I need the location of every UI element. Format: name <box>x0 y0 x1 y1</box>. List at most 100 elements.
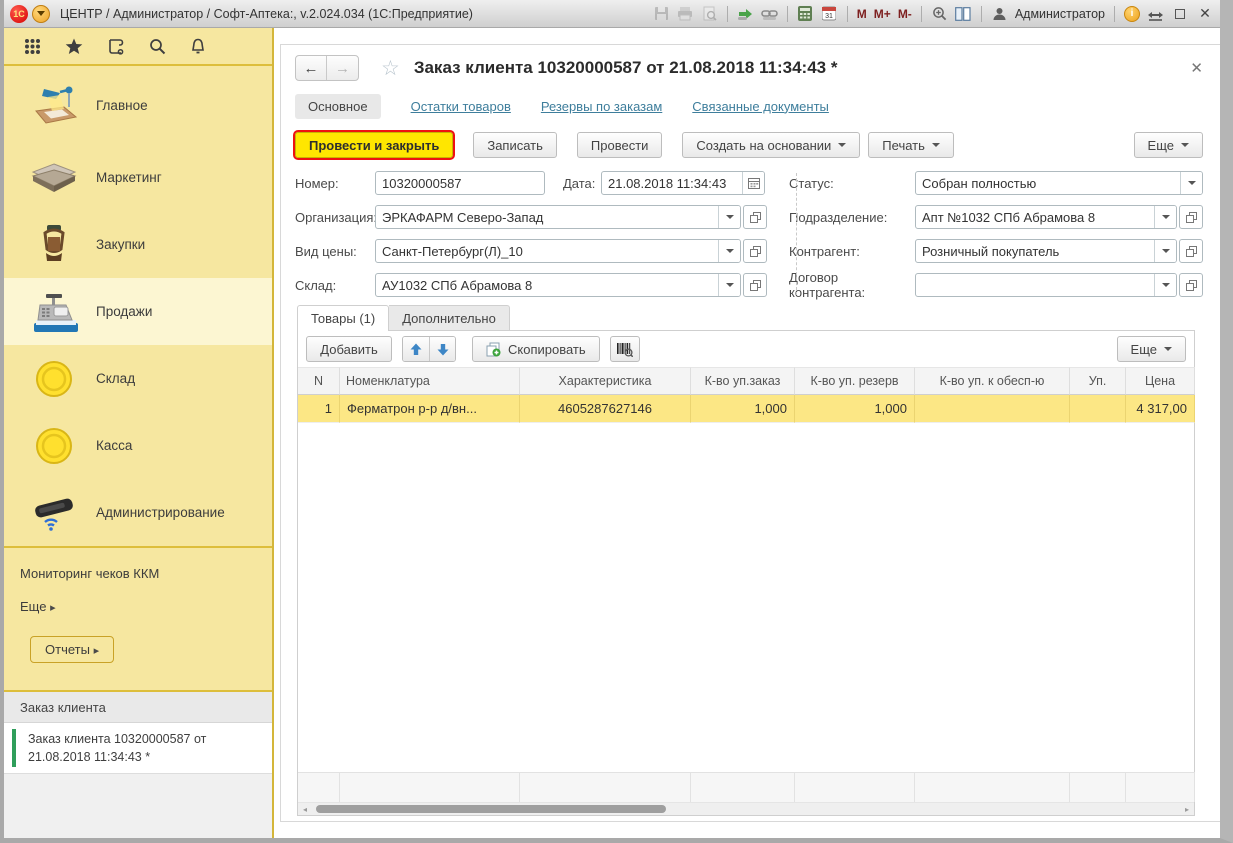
warehouse-open-button[interactable] <box>743 273 767 297</box>
add-row-button[interactable]: Добавить <box>306 336 392 362</box>
maximize-button[interactable] <box>1171 6 1189 22</box>
column-header[interactable]: К-во уп. к обесп-ю <box>915 367 1070 395</box>
sidebar-item-marketing[interactable]: Маркетинг <box>4 144 272 211</box>
cell-kvo-obespechenie[interactable] <box>915 395 1070 423</box>
price-type-open-button[interactable] <box>743 239 767 263</box>
column-header[interactable]: К-во уп. резерв <box>795 367 915 395</box>
barcode-scanner-button[interactable] <box>610 336 640 362</box>
print-button[interactable]: Печать <box>868 132 954 158</box>
memory-m-plus-button[interactable]: M+ <box>874 7 891 21</box>
cell-kvo-rezerv[interactable]: 1,000 <box>795 395 915 423</box>
link-ostatki-tovarov[interactable]: Остатки товаров <box>411 99 511 114</box>
form-more-button[interactable]: Еще <box>1134 132 1203 158</box>
sidebar-item-kassa[interactable]: Касса <box>4 412 272 479</box>
print-preview-icon[interactable] <box>701 5 718 22</box>
back-button[interactable]: ← <box>296 56 327 80</box>
date-input[interactable]: 21.08.2018 11:34:43 <box>602 172 742 194</box>
form-column-separator[interactable] <box>796 173 797 295</box>
post-and-close-button[interactable]: Провести и закрыть <box>295 132 453 158</box>
organization-open-button[interactable] <box>743 205 767 229</box>
sidebar-item-sklad[interactable]: Склад <box>4 345 272 412</box>
column-header[interactable]: Номенклатура <box>340 367 520 395</box>
column-header[interactable]: Цена <box>1126 367 1195 395</box>
sidebar-item-administrirovanie[interactable]: Администрирование <box>4 479 272 546</box>
horizontal-scrollbar[interactable]: ◂ ▸ <box>298 802 1194 815</box>
move-row-down-button[interactable] <box>429 337 455 361</box>
contract-dropdown-button[interactable] <box>1154 274 1176 296</box>
go-to-link-icon[interactable] <box>737 5 754 22</box>
get-link-icon[interactable] <box>761 5 778 22</box>
sidebar-more-link[interactable]: Еще ▸ <box>20 599 272 614</box>
warehouse-dropdown-button[interactable] <box>718 274 740 296</box>
division-open-button[interactable] <box>1179 205 1203 229</box>
save-button[interactable]: Записать <box>473 132 557 158</box>
cell-nomenklatura[interactable]: Ферматрон р-р д/вн... <box>340 395 520 423</box>
status-input[interactable]: Собран полностью <box>916 172 1180 194</box>
favorite-star-icon[interactable]: ☆ <box>381 56 400 81</box>
division-input[interactable]: Апт №1032 СПб Абрамова 8 <box>916 206 1154 228</box>
warehouse-input[interactable]: АУ1032 СПб Абрамова 8 <box>376 274 718 296</box>
scroll-right-arrow[interactable]: ▸ <box>1180 805 1194 814</box>
scrollbar-thumb[interactable] <box>316 805 666 813</box>
reports-button[interactable]: Отчеты ▸ <box>30 636 114 663</box>
history-icon[interactable] <box>107 38 125 55</box>
create-based-on-button[interactable]: Создать на основании <box>682 132 860 158</box>
close-window-button[interactable]: ✕ <box>1196 5 1214 22</box>
column-header[interactable]: N <box>298 367 340 395</box>
table-more-button[interactable]: Еще <box>1117 336 1186 362</box>
favorites-star-icon[interactable] <box>65 38 83 55</box>
organization-input[interactable]: ЭРКАФАРМ Северо-Запад <box>376 206 718 228</box>
tab-tovary[interactable]: Товары (1) <box>297 305 389 331</box>
cell-up[interactable] <box>1070 395 1126 423</box>
calendar-icon[interactable]: 31 <box>821 5 838 22</box>
sidebar-item-prodazhi[interactable]: Продажи <box>4 278 272 345</box>
sidebar-item-zakupki[interactable]: Закупки <box>4 211 272 278</box>
number-input[interactable]: 10320000587 <box>375 171 545 195</box>
copy-row-button[interactable]: Скопировать <box>472 336 600 362</box>
search-icon[interactable] <box>149 38 166 55</box>
column-header[interactable]: Характеристика <box>520 367 691 395</box>
scroll-left-arrow[interactable]: ◂ <box>298 805 312 814</box>
sections-grid-icon[interactable] <box>24 38 41 55</box>
print-icon[interactable] <box>677 5 694 22</box>
status-dropdown-button[interactable] <box>1180 172 1202 194</box>
link-svyazannye-dokumenty[interactable]: Связанные документы <box>692 99 829 114</box>
contract-open-button[interactable] <box>1179 273 1203 297</box>
price-type-dropdown-button[interactable] <box>718 240 740 262</box>
notifications-bell-icon[interactable] <box>190 38 206 55</box>
tab-dopolnitelno[interactable]: Дополнительно <box>389 305 510 331</box>
price-type-input[interactable]: Санкт-Петербург(Л)_10 <box>376 240 718 262</box>
column-header[interactable]: К-во уп.заказ <box>691 367 795 395</box>
collapse-window-icon[interactable] <box>1147 5 1164 22</box>
split-window-icon[interactable] <box>955 5 972 22</box>
close-document-button[interactable]: ✕ <box>1190 59 1203 77</box>
monitoring-kkm-link[interactable]: Мониторинг чеков ККМ <box>20 566 272 581</box>
date-calendar-button[interactable] <box>742 172 764 194</box>
post-button[interactable]: Провести <box>577 132 663 158</box>
info-button[interactable]: i <box>1124 6 1140 22</box>
calculator-icon[interactable] <box>797 5 814 22</box>
link-rezervy-po-zakazam[interactable]: Резервы по заказам <box>541 99 662 114</box>
zoom-icon[interactable] <box>931 5 948 22</box>
counterparty-input[interactable]: Розничный покупатель <box>916 240 1154 262</box>
memory-m-minus-button[interactable]: M- <box>898 7 912 21</box>
save-icon[interactable] <box>653 5 670 22</box>
organization-dropdown-button[interactable] <box>718 206 740 228</box>
cell-kharakteristika[interactable]: 4605287627146 <box>520 395 691 423</box>
counterparty-open-button[interactable] <box>1179 239 1203 263</box>
move-row-up-button[interactable] <box>403 337 429 361</box>
sidebar-item-glavnoe[interactable]: Главное <box>4 66 272 144</box>
cell-n[interactable]: 1 <box>298 395 340 423</box>
counterparty-dropdown-button[interactable] <box>1154 240 1176 262</box>
cell-kvo-zakaz[interactable]: 1,000 <box>691 395 795 423</box>
open-window-item[interactable]: Заказ клиента 10320000587 от 21.08.2018 … <box>4 723 272 774</box>
division-dropdown-button[interactable] <box>1154 206 1176 228</box>
tab-osnovnoe[interactable]: Основное <box>295 94 381 119</box>
main-menu-button[interactable] <box>32 5 50 23</box>
cell-tsena[interactable]: 4 317,00 <box>1126 395 1195 423</box>
contract-input[interactable] <box>916 274 1154 296</box>
memory-m-button[interactable]: M <box>857 7 867 21</box>
forward-button[interactable]: → <box>327 56 358 80</box>
table-row-selected[interactable]: 1 Ферматрон р-р д/вн... 4605287627146 1,… <box>298 395 1194 423</box>
column-header[interactable]: Уп. <box>1070 367 1126 395</box>
